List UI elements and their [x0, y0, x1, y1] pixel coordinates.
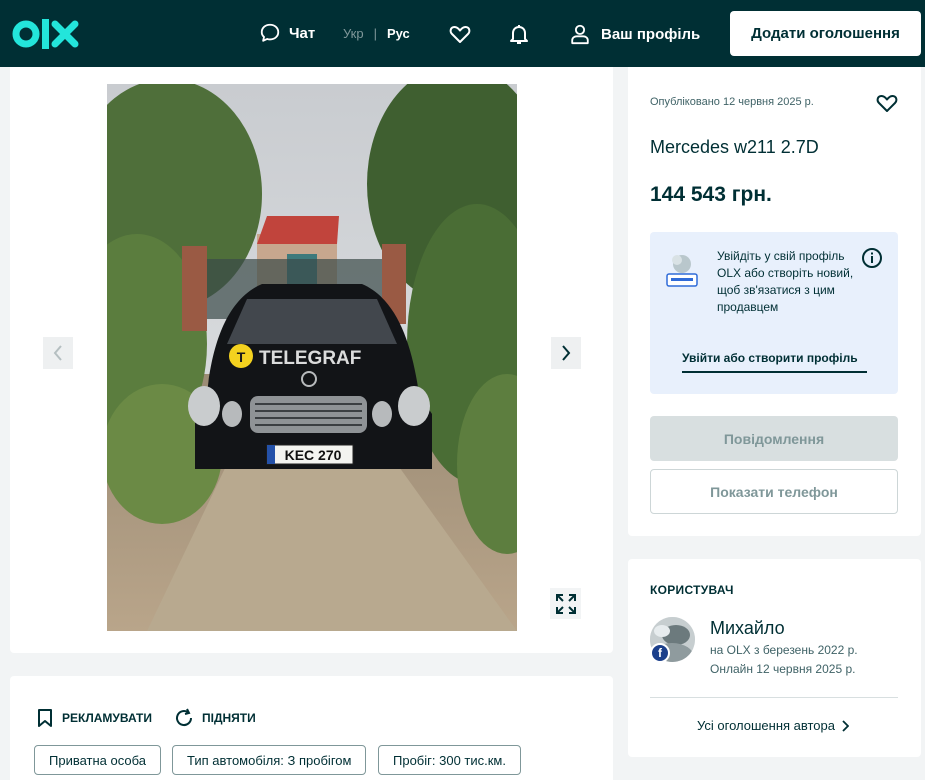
message-button[interactable]: Повідомлення — [650, 416, 898, 461]
refresh-icon — [176, 708, 193, 727]
login-link[interactable]: Увійти або створити профіль — [682, 351, 867, 373]
chat-link[interactable]: Чат — [259, 22, 315, 44]
profile-label: Ваш профіль — [601, 25, 701, 43]
profile-link[interactable]: Ваш профіль — [569, 22, 700, 46]
info-icon[interactable] — [861, 247, 883, 269]
seller-member-since: на OLX з березень 2022 р. — [710, 643, 858, 657]
lang-separator: | — [373, 26, 377, 41]
expand-icon — [555, 593, 576, 614]
lang-ukr[interactable]: Укр — [343, 26, 364, 41]
listing-photo[interactable]: KEC 270 T TELEGRAF — [107, 84, 517, 631]
top-header: Чат Укр | Рус Ваш профіль Додати оголоше… — [0, 0, 925, 67]
show-phone-button[interactable]: Показати телефон — [650, 469, 898, 514]
watermark-text: TELEGRAF — [259, 348, 361, 369]
plate-text: KEC 270 — [285, 447, 342, 463]
favorite-heart-icon[interactable] — [875, 91, 899, 115]
promote-label: РЕКЛАМУВАТИ — [62, 711, 152, 725]
chat-label: Чат — [289, 24, 316, 42]
heart-icon[interactable] — [448, 22, 472, 46]
chevron-right-icon — [562, 345, 571, 361]
user-icon — [571, 24, 589, 45]
tag-car-type[interactable]: Тип автомобіля: З пробігом — [172, 745, 367, 775]
seller-name: Михайло — [710, 618, 785, 638]
divider — [650, 697, 898, 698]
ad-summary-card: Опубліковано 12 червня 2025 р. Mercedes … — [628, 67, 921, 536]
listing-details: РЕКЛАМУВАТИ ПІДНЯТИ Приватна особа Тип а… — [10, 676, 613, 780]
olx-logo[interactable] — [12, 16, 80, 52]
tag-private[interactable]: Приватна особа — [34, 745, 161, 775]
bookmark-icon — [38, 709, 52, 727]
all-ads-label: Усі оголошення автора — [697, 718, 835, 733]
seller-last-online: Онлайн 12 червня 2025 р. — [710, 662, 856, 676]
bell-icon[interactable] — [507, 22, 531, 46]
car-photo-image: KEC 270 T TELEGRAF — [107, 84, 517, 631]
svg-text:T: T — [237, 349, 246, 365]
fullscreen-button[interactable] — [550, 588, 581, 619]
language-switcher: Укр | Рус — [343, 26, 410, 41]
ad-price: 144 543 грн. — [650, 183, 772, 206]
published-date: Опубліковано 12 червня 2025 р. — [650, 96, 814, 108]
facebook-badge-icon: f — [650, 643, 670, 663]
login-prompt: Увійдіть у свій профіль OLX або створіть… — [650, 232, 898, 394]
chat-icon — [260, 23, 280, 42]
seller-card: КОРИСТУВАЧ f Михайло на OLX з березень 2… — [628, 559, 921, 757]
seller-heading: КОРИСТУВАЧ — [650, 583, 734, 597]
add-listing-button[interactable]: Додати оголошення — [730, 11, 921, 56]
raise-label: ПІДНЯТИ — [202, 711, 256, 725]
ad-title: Mercedes w211 2.7D — [650, 137, 819, 157]
tag-mileage[interactable]: Пробіг: 300 тис.км. — [378, 745, 521, 775]
user-card-icon — [666, 255, 698, 287]
login-prompt-text: Увійдіть у свій профіль OLX або створіть… — [717, 249, 854, 314]
raise-button[interactable]: ПІДНЯТИ — [174, 708, 256, 728]
lang-rus[interactable]: Рус — [387, 26, 410, 41]
chevron-left-icon — [53, 345, 62, 361]
previous-photo-button[interactable] — [43, 337, 73, 369]
next-photo-button[interactable] — [551, 337, 581, 369]
chevron-right-icon — [842, 719, 849, 732]
promote-button[interactable]: РЕКЛАМУВАТИ — [36, 708, 152, 728]
photo-gallery: KEC 270 T TELEGRAF — [10, 67, 613, 653]
all-author-ads-link[interactable]: Усі оголошення автора — [697, 718, 849, 733]
